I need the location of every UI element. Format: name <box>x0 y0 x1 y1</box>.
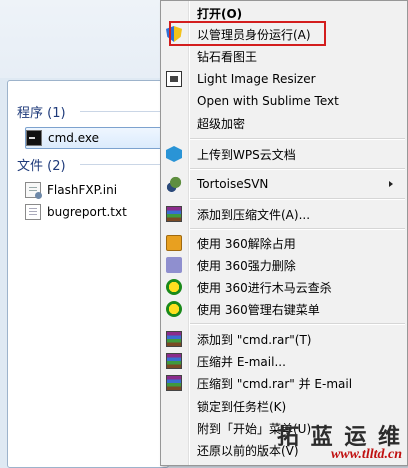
menu-item-tortoisesvn[interactable]: TortoiseSVN <box>161 173 407 195</box>
group-title-files: 文件 (2) <box>17 159 66 174</box>
menu-item-360-unlock[interactable]: 使用 360解除占用 <box>161 232 407 254</box>
menu-item-open-with-sublime[interactable]: Open with Sublime Text <box>161 90 407 112</box>
submenu-arrow-icon <box>389 181 393 187</box>
result-label: bugreport.txt <box>47 205 127 219</box>
menu-item-run-as-admin[interactable]: 以管理员身份运行(A) <box>161 23 407 45</box>
menu-item-label: 压缩到 "cmd.rar" 并 E-mail <box>197 376 353 391</box>
menu-item-label: 使用 360强力删除 <box>197 258 296 273</box>
360-unlock-icon <box>166 235 182 251</box>
menu-item-compress-email[interactable]: 压缩并 E-mail... <box>161 350 407 372</box>
winrar-icon <box>166 375 182 391</box>
menu-item-label: TortoiseSVN <box>197 177 269 191</box>
result-label: cmd.exe <box>48 131 100 145</box>
menu-item-360-force-delete[interactable]: 使用 360强力删除 <box>161 254 407 276</box>
watermark-url: www.tlltd.cn <box>330 447 402 462</box>
menu-item-label: 使用 360解除占用 <box>197 236 296 251</box>
menu-item-label: 打开(O) <box>197 6 243 21</box>
result-bugreport-txt[interactable]: bugreport.txt <box>25 202 161 222</box>
menu-item-light-image-resizer[interactable]: Light Image Resizer <box>161 68 407 90</box>
menu-item-open[interactable]: 打开(O) <box>161 2 407 24</box>
menu-item-pin-taskbar[interactable]: 锁定到任务栏(K) <box>161 395 407 417</box>
menu-item-add-to-archive[interactable]: 添加到压缩文件(A)... <box>161 203 407 225</box>
tortoisesvn-icon <box>166 176 182 192</box>
menu-item-label: Open with Sublime Text <box>197 94 339 108</box>
watermark-text: 拓 蓝 运 维 <box>277 424 402 450</box>
menu-item-upload-wps[interactable]: 上传到WPS云文档 <box>161 143 407 165</box>
uac-shield-icon <box>166 26 182 42</box>
result-label: FlashFXP.ini <box>47 183 118 197</box>
menu-item-label: 使用 360管理右键菜单 <box>197 302 320 317</box>
winrar-icon <box>166 331 182 347</box>
menu-item-label: 添加到 "cmd.rar"(T) <box>197 332 312 347</box>
result-cmd-exe[interactable]: cmd.exe <box>25 127 163 149</box>
text-file-icon <box>25 204 41 220</box>
menu-item-label: 以管理员身份运行(A) <box>197 27 311 42</box>
menu-separator <box>190 228 405 230</box>
menu-item-label: 压缩并 E-mail... <box>197 354 286 369</box>
ini-file-icon <box>25 182 42 199</box>
menu-item-360-trojan-scan[interactable]: 使用 360进行木马云查杀 <box>161 276 407 298</box>
menu-separator <box>190 168 405 170</box>
cmd-icon <box>26 130 42 146</box>
360-scan-icon <box>166 279 182 295</box>
menu-item-label: Light Image Resizer <box>197 72 316 86</box>
menu-item-add-to-cmd-rar[interactable]: 添加到 "cmd.rar"(T) <box>161 328 407 350</box>
menu-item-label: 钻石看图王 <box>197 49 258 64</box>
menu-item-label: 锁定到任务栏(K) <box>197 399 287 414</box>
group-title-programs: 程序 (1) <box>17 106 66 121</box>
winrar-icon <box>166 206 182 222</box>
menu-separator <box>190 323 405 325</box>
wps-cloud-icon <box>166 146 182 162</box>
menu-item-label: 上传到WPS云文档 <box>197 147 296 162</box>
result-flashfxp-ini[interactable]: FlashFXP.ini <box>25 180 161 200</box>
start-menu-results: 程序 (1) cmd.exe 文件 (2) FlashFXP.ini bugre… <box>7 80 169 468</box>
menu-item-compress-to-rar-email[interactable]: 压缩到 "cmd.rar" 并 E-mail <box>161 372 407 394</box>
watermark: 拓 蓝 运 维 www.tlltd.cn <box>277 426 402 462</box>
group-divider <box>80 111 165 112</box>
menu-item-super-encrypt[interactable]: 超级加密 <box>161 112 407 134</box>
360-delete-icon <box>166 257 182 273</box>
menu-item-label: 添加到压缩文件(A)... <box>197 207 311 222</box>
menu-item-label: 超级加密 <box>197 116 246 131</box>
context-menu: 打开(O) 以管理员身份运行(A) 钻石看图王 Light Image Resi… <box>160 0 408 466</box>
360-scan-icon <box>166 301 182 317</box>
menu-item-360-manage-menu[interactable]: 使用 360管理右键菜单 <box>161 298 407 320</box>
winrar-icon <box>166 353 182 369</box>
group-divider <box>80 164 165 165</box>
image-resizer-icon <box>166 71 182 87</box>
menu-separator <box>190 138 405 140</box>
menu-item-diamond-viewer[interactable]: 钻石看图王 <box>161 45 407 67</box>
menu-separator <box>190 198 405 200</box>
menu-item-label: 使用 360进行木马云查杀 <box>197 280 332 295</box>
